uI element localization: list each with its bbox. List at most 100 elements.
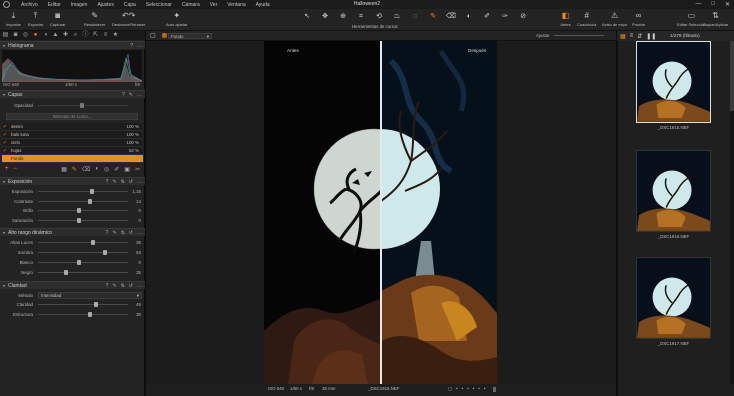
slider-knob[interactable] [76,208,81,213]
fit-control[interactable]: Ajustar [536,33,604,38]
slider-value[interactable]: 0 [139,208,141,213]
layer-item[interactable]: ✓ cielo 100 % [2,139,143,147]
capture-button[interactable]: ◙ Capturar [50,11,66,27]
lens-tab-icon[interactable]: ◎ [22,32,29,39]
metadata-tab-icon[interactable]: ⓘ [82,32,89,39]
local-tab-icon[interactable]: ✚ [62,32,69,39]
refine-icon[interactable]: ✂ [135,166,140,173]
menu-icon[interactable]: … [137,179,142,185]
slider-track[interactable] [38,189,128,194]
reset-icon[interactable]: ↺ [129,283,133,289]
slider-track[interactable] [38,208,128,213]
star-tab-icon[interactable]: ★ [112,32,119,39]
layer-item[interactable]: ✓ denim 100 % [2,123,143,131]
slider-knob[interactable] [76,260,81,265]
fill-icon[interactable]: ▣ [124,166,130,173]
slider-value[interactable]: 0 [139,260,141,265]
brush-icon[interactable]: ✎ [129,92,133,98]
export-button[interactable]: ⤒ Exportar [28,11,43,27]
batch-tab-icon[interactable]: ≡ [102,32,109,39]
remove-layer-icon[interactable]: − [14,166,18,172]
slider-value[interactable]: 1,15 [132,189,141,194]
clarity-header[interactable]: ▾ Claridad ? ✎ ⇅ ↺… [0,281,145,289]
layer-item[interactable]: ✓ halo luna 100 % [2,131,143,139]
menu-icon[interactable]: … [137,92,142,98]
menu-ayuda[interactable]: Ayuda [251,2,275,8]
exposure-header[interactable]: ▾ Exposición ? ✎ ⇅ ↺… [0,177,145,185]
method-select[interactable]: Intensidad ▾ [38,292,142,299]
layer-select[interactable]: Fondo ▾ [168,33,212,39]
slider-knob[interactable] [102,250,107,255]
hdr-header[interactable]: ▾ Alto rango dinámico ? ✎ ⇅ ↺… [0,228,145,236]
picker-icon[interactable]: ✐ [114,166,119,173]
adjust-tab-icon[interactable]: ⌕ [72,32,79,39]
before-button[interactable]: ◧ Antes [560,11,571,27]
single-view-icon[interactable]: ▢ [150,32,156,39]
check-icon[interactable]: ✓ [2,132,8,138]
help-icon[interactable]: ? [106,283,109,289]
edit-selection-button[interactable]: ▭ Editar Selección [677,11,706,27]
slider-knob[interactable] [87,311,92,317]
slider-value[interactable]: 36 [136,240,141,245]
slider-value[interactable]: 45 [136,302,141,307]
mask-icon[interactable]: ▦ [61,166,67,173]
minimize-icon[interactable]: — [695,1,701,8]
brush-icon[interactable]: ✎ [112,230,116,236]
slider-value[interactable]: 30 [136,312,141,317]
pause-icon[interactable]: ❚❚ [646,33,656,40]
brush-icon[interactable]: ✎ [112,283,116,289]
check-icon[interactable]: ✓ [2,148,8,154]
sort-icon[interactable]: ⇵ [637,33,642,40]
opacity-slider[interactable] [38,103,128,108]
reset-icon[interactable]: ↺ [129,230,133,236]
brush-icon[interactable]: ✎ [112,179,116,185]
grid-view-icon[interactable]: ▦ [620,33,626,40]
slider-track[interactable] [38,260,128,265]
menu-capa[interactable]: Capa [119,2,141,8]
slider-value[interactable]: 0 [139,218,141,223]
details-tab-icon[interactable]: ▲ [52,32,59,39]
slider-knob[interactable] [80,103,84,108]
annotation-icon[interactable]: ✑ [500,12,510,21]
help-icon[interactable]: ? [106,230,109,236]
layer-item-selected[interactable]: Fondo [2,155,143,163]
gradient-icon[interactable]: ◐ [95,166,99,173]
maximize-icon[interactable]: □ [711,1,715,8]
slider-track[interactable] [38,270,128,275]
undo-redo-button[interactable]: ↶↷ Deshacer/Rehacer [112,11,145,27]
add-layer-icon[interactable]: + [5,166,9,172]
menu-editar[interactable]: Editar [43,2,66,8]
menu-seleccionar[interactable]: Seleccionar [141,2,177,8]
menu-camara[interactable]: Cámara [177,2,205,8]
help-icon[interactable]: ? [122,92,125,98]
slider-track[interactable] [38,302,128,307]
before-image[interactable] [264,41,381,384]
auto-adjust-button[interactable]: ✦ Auto ajustar [166,11,187,27]
menu-icon[interactable]: … [137,230,142,236]
layer-item[interactable]: ✓ hojas 52 % [2,147,143,155]
wb-picker-icon[interactable]: ⊘ [518,12,528,21]
spot-icon[interactable]: ◌ [410,12,420,21]
histogram-header[interactable]: ▾ Histograma ?… [0,41,145,49]
slider-track[interactable] [38,250,128,255]
slider-value[interactable]: 14 [136,199,141,204]
menu-ventana[interactable]: Ventana [222,2,250,8]
slider-track[interactable] [38,311,128,317]
after-image[interactable] [381,41,497,384]
menu-ver[interactable]: Ver [205,2,223,8]
scroll-thumb[interactable] [730,41,734,111]
copy-apply-button[interactable]: ⇅ Copiar/Aplicar [703,11,728,27]
color-tab-icon[interactable]: ● [32,32,39,39]
reset-icon[interactable]: ↺ [129,179,133,185]
exposure-tab-icon[interactable]: ◑ [42,32,49,39]
help-icon[interactable]: ? [130,43,133,49]
copy-icon[interactable]: ⇅ [121,283,125,289]
slider-knob[interactable] [93,302,98,307]
thumbnail[interactable] [636,257,711,339]
browser-scrollbar[interactable] [730,41,734,384]
capture-tab-icon[interactable]: ◙ [12,32,19,39]
slider-track[interactable] [38,198,128,204]
pan-icon[interactable]: ✥ [320,12,330,21]
rotate-icon[interactable]: ⟲ [374,12,384,21]
check-icon[interactable]: ✓ [2,124,8,130]
